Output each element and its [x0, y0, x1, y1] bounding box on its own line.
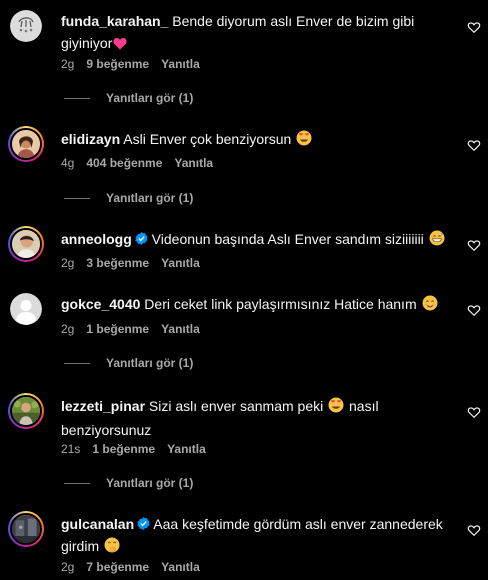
reply-button[interactable]: Yanıtla [161, 559, 200, 575]
comment-time: 2g [61, 57, 75, 71]
avatar[interactable] [10, 10, 42, 42]
comment-username[interactable]: gulcanalan [61, 516, 134, 532]
replies-divider [64, 97, 90, 99]
comment-likes[interactable]: 1 beğenme [92, 441, 155, 457]
heart-outline-icon[interactable] [467, 20, 481, 34]
comment-likes[interactable]: 404 beğenme [86, 155, 162, 171]
hand-over-mouth-emoji-icon [104, 537, 120, 559]
view-replies-button[interactable]: Yanıtları gör (1) [64, 356, 193, 370]
view-replies-label: Yanıtları gör (1) [106, 191, 194, 205]
reply-button[interactable]: Yanıtla [161, 56, 200, 72]
replies-divider [64, 197, 90, 199]
avatar[interactable] [8, 393, 44, 429]
heart-outline-icon[interactable] [467, 238, 481, 252]
verified-badge-icon [137, 517, 150, 530]
comment-time: 2g [61, 256, 75, 270]
heart-emoji-icon [113, 34, 127, 56]
view-replies-button[interactable]: Yanıtları gör (1) [64, 476, 193, 490]
reply-button[interactable]: Yanıtla [161, 255, 200, 271]
heart-outline-icon[interactable] [467, 138, 481, 152]
comment-likes[interactable]: 9 beğenme [86, 56, 149, 72]
comment-time: 2g [61, 322, 75, 336]
view-replies-label: Yanıtları gör (1) [106, 476, 194, 490]
view-replies-button[interactable]: Yanıtları gör (1) [64, 91, 193, 105]
comment-username[interactable]: funda_karahan_ [61, 13, 168, 29]
replies-divider [64, 362, 90, 364]
heart-eyes-emoji-icon [328, 397, 344, 419]
reply-button[interactable]: Yanıtla [161, 321, 200, 337]
avatar[interactable] [8, 126, 44, 162]
comment-likes[interactable]: 1 beğenme [86, 321, 149, 337]
avatar[interactable] [10, 293, 42, 325]
comment-text: Sizi aslı enver sanmam peki [148, 398, 324, 414]
verified-badge-icon [135, 232, 148, 245]
heart-outline-icon[interactable] [467, 303, 481, 317]
heart-outline-icon[interactable] [467, 523, 481, 537]
replies-divider [64, 482, 90, 484]
view-replies-button[interactable]: Yanıtları gör (1) [64, 191, 193, 205]
heart-eyes-emoji-icon [296, 130, 312, 152]
avatar[interactable] [8, 226, 44, 262]
comment-text: Asli Enver çok benziyorsun [123, 131, 292, 147]
reply-button[interactable]: Yanıtla [167, 441, 206, 457]
comment-likes[interactable]: 3 beğenme [86, 255, 149, 271]
heart-outline-icon[interactable] [467, 405, 481, 419]
comment-time: 4g [61, 156, 75, 170]
comment-username[interactable]: elidizayn [61, 131, 120, 147]
comment-time: 2g [61, 560, 75, 574]
avatar[interactable] [8, 511, 44, 547]
comment-time: 21s [61, 442, 81, 456]
comment-text: Deri ceket link paylaşırmısınız Hatice h… [144, 296, 417, 312]
reply-button[interactable]: Yanıtla [174, 155, 213, 171]
comment-likes[interactable]: 7 beğenme [86, 559, 149, 575]
comment-username[interactable]: anneologg [61, 231, 132, 247]
view-replies-label: Yanıtları gör (1) [106, 356, 194, 370]
comment-list: funda_karahan_ Bende diyorum aslı Enver … [0, 0, 488, 580]
comment-text: Videonun başında Aslı Enver sandım sizii… [151, 231, 424, 247]
smiling-emoji-icon [422, 295, 438, 317]
grinning-sweat-emoji-icon [429, 230, 445, 252]
view-replies-label: Yanıtları gör (1) [106, 91, 194, 105]
comment-username[interactable]: gokce_4040 [61, 296, 140, 312]
comment-username[interactable]: lezzeti_pinar [61, 398, 145, 414]
